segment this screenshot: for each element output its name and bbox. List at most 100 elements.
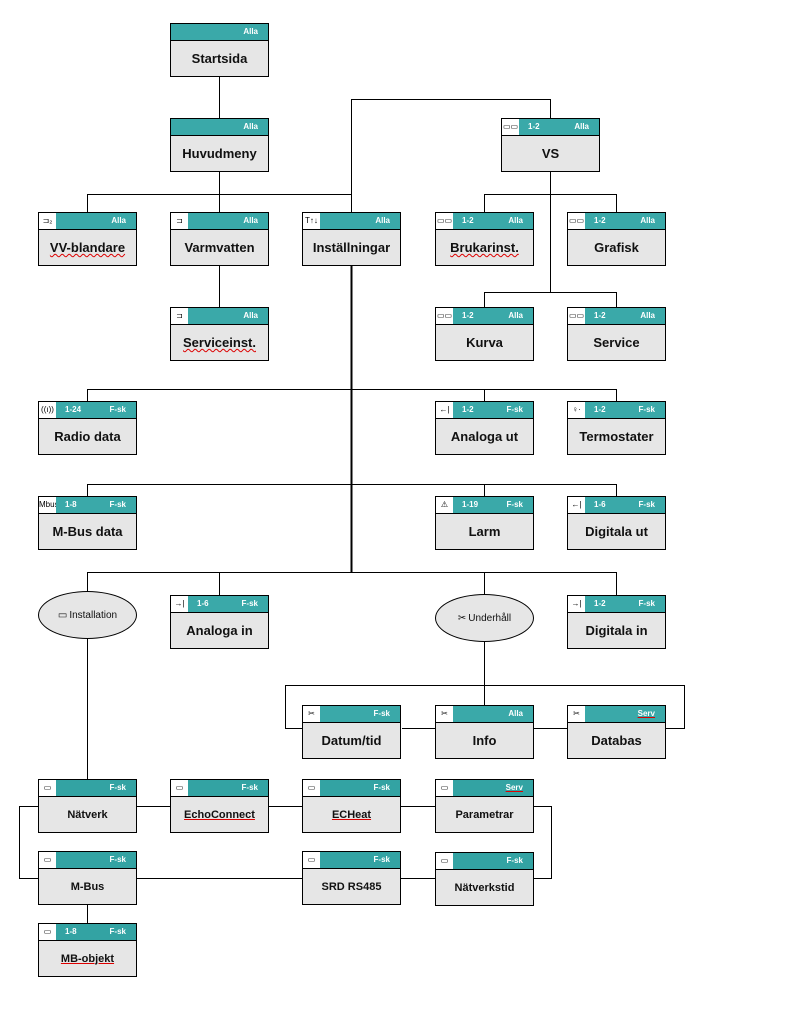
node-mbus-data[interactable]: 1-8 F-sk Mbus M-Bus data (38, 496, 137, 550)
node-label: Info (472, 733, 497, 748)
access-level: F-sk (506, 856, 523, 865)
range-label: 1-6 (197, 599, 209, 608)
range-label: 1-8 (65, 500, 77, 509)
digital-out-icon: ←| (568, 497, 585, 513)
range-label: 1-2 (528, 122, 540, 131)
antenna-icon: ((ı)) (39, 402, 56, 418)
node-label: Service (593, 335, 640, 350)
access-level: F-sk (373, 783, 390, 792)
node-label: Radio data (54, 429, 121, 444)
range-label: 1-19 (462, 500, 479, 509)
node-mb-objekt[interactable]: 1-8 F-sk ▭ MB-objekt (38, 923, 137, 977)
wrench-icon: ✂ (303, 706, 320, 722)
node-startsida[interactable]: Alla Startsida (170, 23, 269, 77)
access-level: F-sk (638, 405, 655, 414)
access-level: F-sk (241, 599, 258, 608)
access-level: Alla (243, 216, 258, 225)
mbus-icon: Mbus (39, 497, 56, 513)
node-parametrar[interactable]: Serv ▭ Parametrar (435, 779, 534, 833)
node-termostater[interactable]: 1-2 F-sk ♀· Termostater (567, 401, 666, 455)
alarm-icon: ⚠ (436, 497, 453, 513)
node-label: Analoga in (186, 623, 253, 638)
node-echoconnect[interactable]: F-sk ▭ EchoConnect (170, 779, 269, 833)
wrench-icon: ✂ (457, 612, 467, 624)
range-label: 1-2 (594, 216, 606, 225)
display-icon: ▭▭ (568, 308, 585, 324)
node-label: EchoConnect (184, 808, 255, 821)
node-srd[interactable]: F-sk ▭ SRD RS485 (302, 851, 401, 905)
device-icon: ▭ (436, 780, 453, 796)
access-level: F-sk (506, 500, 523, 509)
access-level: Alla (508, 709, 523, 718)
device-icon: ▭ (39, 924, 56, 940)
display-icon: ▭▭ (502, 119, 519, 135)
node-header: Alla (171, 24, 268, 41)
node-brukarinst[interactable]: 1-2 Alla ▭▭ Brukarinst. (435, 212, 534, 266)
access-level: Alla (508, 216, 523, 225)
node-installation[interactable]: ▭ Installation (38, 591, 137, 639)
node-installningar[interactable]: Alla T↑↓ Inställningar (302, 212, 401, 266)
thermostat-icon: ♀· (568, 402, 585, 418)
node-digitala-in[interactable]: 1-2 F-sk →| Digitala in (567, 595, 666, 649)
wrench-icon: ✂ (436, 706, 453, 722)
tap-icon: ⊐ (171, 213, 188, 229)
range-label: 1-24 (65, 405, 82, 414)
node-underhall[interactable]: ✂ Underhåll (435, 594, 534, 642)
access-level: Alla (243, 311, 258, 320)
node-label: Varmvatten (184, 240, 255, 255)
range-label: 1-2 (462, 405, 474, 414)
node-service[interactable]: 1-2 Alla ▭▭ Service (567, 307, 666, 361)
node-label: Serviceinst. (183, 335, 256, 350)
node-vs[interactable]: 1-2 Alla ▭▭ VS (501, 118, 600, 172)
device-icon: ▭ (171, 780, 188, 796)
display-icon: ▭▭ (568, 213, 585, 229)
node-label: Termostater (579, 429, 654, 444)
node-label: Digitala ut (585, 524, 648, 539)
access-level: Alla (640, 311, 655, 320)
wrench-icon: ✂ (568, 706, 585, 722)
node-mbus[interactable]: F-sk ▭ M-Bus (38, 851, 137, 905)
node-larm[interactable]: 1-19 F-sk ⚠ Larm (435, 496, 534, 550)
node-serviceinst[interactable]: Alla ⊐ Serviceinst. (170, 307, 269, 361)
tools-icon: T↑↓ (303, 213, 320, 229)
node-label: Digitala in (585, 623, 648, 638)
node-label: Inställningar (312, 240, 391, 255)
node-label: M-Bus (70, 880, 105, 893)
node-label: Larm (468, 524, 501, 539)
node-huvudmeny[interactable]: Alla Huvudmeny (170, 118, 269, 172)
node-analoga-ut[interactable]: 1-2 F-sk ←| Analoga ut (435, 401, 534, 455)
device-icon: ▭ (303, 852, 320, 868)
access-level: F-sk (109, 783, 126, 792)
node-label: MB-objekt (60, 952, 115, 965)
range-label: 1-2 (594, 405, 606, 414)
node-label: Datum/tid (321, 733, 382, 748)
node-digitala-ut[interactable]: 1-6 F-sk ←| Digitala ut (567, 496, 666, 550)
node-label: Underhåll (468, 612, 512, 624)
node-label: SRD RS485 (321, 880, 382, 893)
node-datum-tid[interactable]: F-sk ✂ Datum/tid (302, 705, 401, 759)
access-level: Alla (243, 122, 258, 131)
range-label: 1-2 (594, 599, 606, 608)
node-label: M-Bus data (52, 524, 123, 539)
node-label: Analoga ut (450, 429, 519, 444)
node-natverkstid[interactable]: F-sk ▭ Nätverkstid (435, 852, 534, 906)
node-info[interactable]: Alla ✂ Info (435, 705, 534, 759)
analog-out-icon: ←| (436, 402, 453, 418)
access-level: Serv (505, 783, 523, 792)
node-label: ECHeat (331, 808, 372, 821)
menu-diagram: Alla Startsida Alla Huvudmeny 1-2 Alla ▭▭ VS All… (0, 0, 793, 1009)
node-natverk[interactable]: F-sk ▭ Nätverk (38, 779, 137, 833)
node-vv-blandare[interactable]: Alla ⊐₂ VV-blandare (38, 212, 137, 266)
access-level: Alla (111, 216, 126, 225)
range-label: 1-2 (462, 311, 474, 320)
node-kurva[interactable]: 1-2 Alla ▭▭ Kurva (435, 307, 534, 361)
node-analoga-in[interactable]: 1-6 F-sk →| Analoga in (170, 595, 269, 649)
analog-in-icon: →| (171, 596, 188, 612)
node-label: Installation (69, 609, 118, 621)
node-grafisk[interactable]: 1-2 Alla ▭▭ Grafisk (567, 212, 666, 266)
display-icon: ▭▭ (436, 213, 453, 229)
node-radio-data[interactable]: 1-24 F-sk ((ı)) Radio data (38, 401, 137, 455)
node-echeat[interactable]: F-sk ▭ ECHeat (302, 779, 401, 833)
node-databas[interactable]: Serv ✂ Databas (567, 705, 666, 759)
node-varmvatten[interactable]: Alla ⊐ Varmvatten (170, 212, 269, 266)
